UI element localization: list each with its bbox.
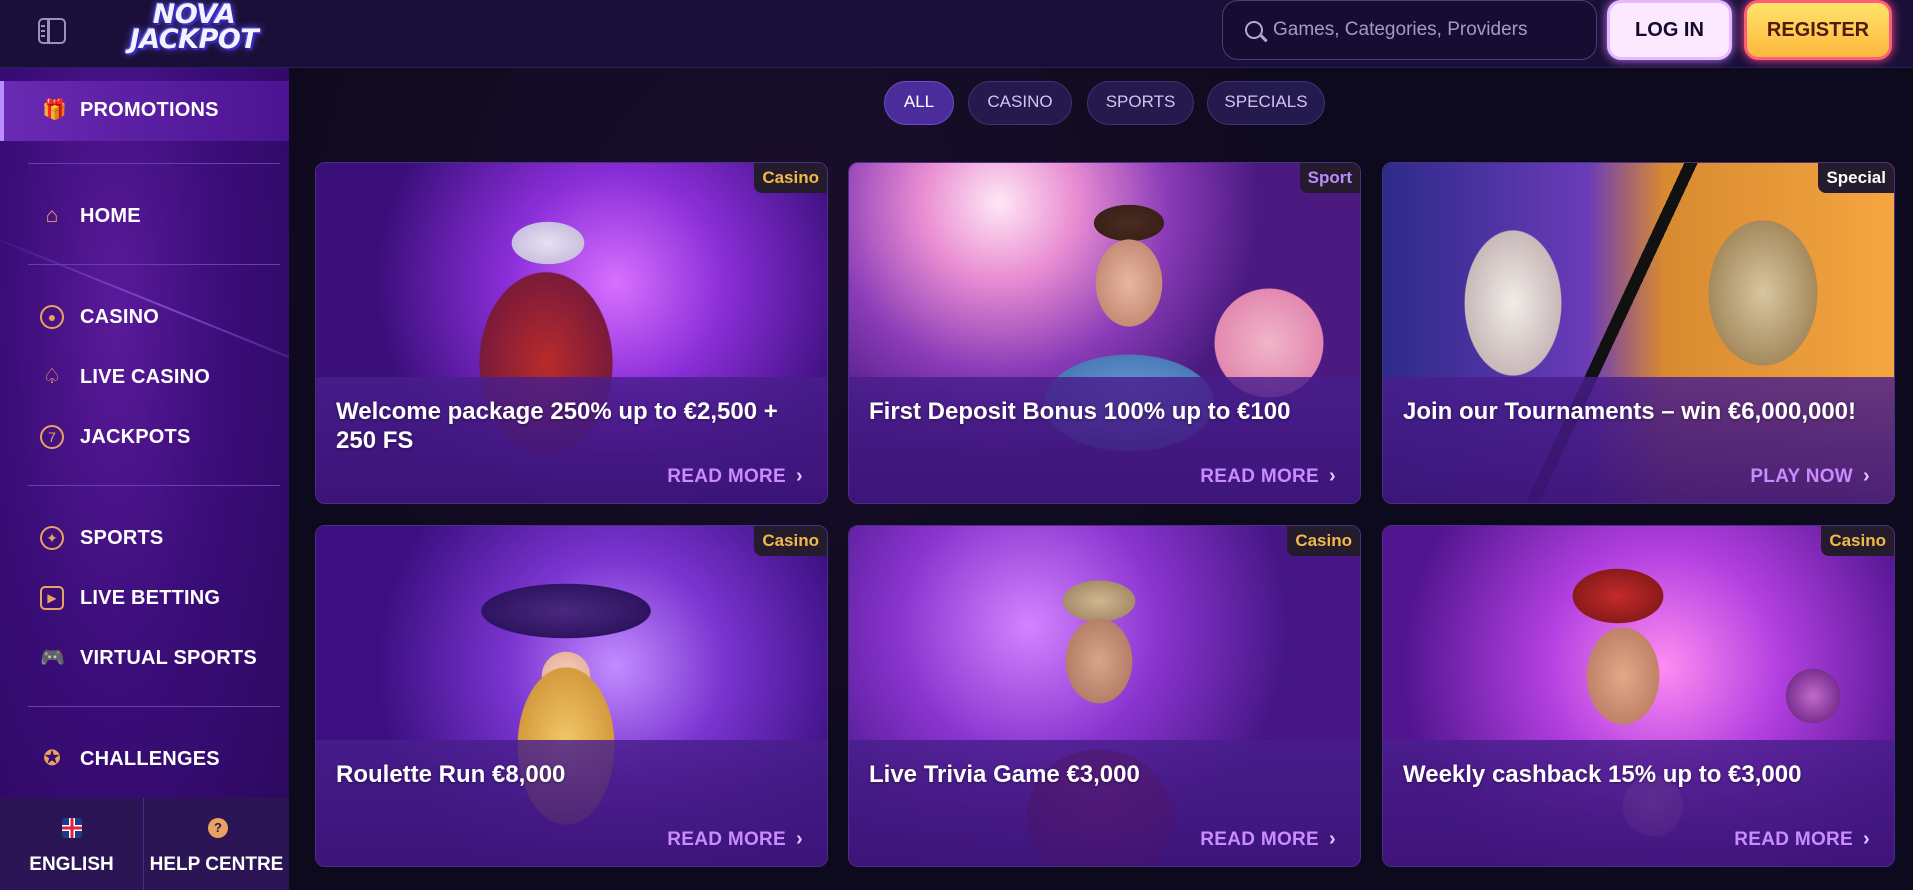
- sidebar-item-jackpots[interactable]: 7 JACKPOTS: [0, 413, 289, 461]
- read-more-link[interactable]: READ MORE ›: [1200, 465, 1336, 488]
- chevron-right-icon: ›: [1863, 465, 1870, 487]
- sidebar-footer: ENGLISH ? HELP CENTRE: [0, 798, 289, 890]
- filter-specials[interactable]: SPECIALS: [1207, 81, 1325, 125]
- read-more-link[interactable]: READ MORE ›: [1200, 828, 1336, 851]
- promo-card[interactable]: Casino Roulette Run €8,000 READ MORE ›: [315, 525, 828, 867]
- language-label: ENGLISH: [29, 854, 114, 875]
- promo-card-title: Join our Tournaments – win €6,000,000!: [1403, 398, 1857, 425]
- seven-icon: 7: [40, 425, 64, 449]
- chevron-right-icon: ›: [1329, 465, 1336, 487]
- sidebar-item-casino[interactable]: ● CASINO: [0, 293, 289, 341]
- chevron-right-icon: ›: [1329, 828, 1336, 850]
- sidebar-item-label: LIVE BETTING: [80, 587, 221, 609]
- login-button[interactable]: LOG IN: [1607, 0, 1732, 60]
- logo-text-line2: JACKPOT: [129, 24, 259, 55]
- promo-card[interactable]: Casino Welcome package 250% up to €2,500…: [315, 162, 828, 504]
- language-selector[interactable]: ENGLISH: [0, 798, 143, 890]
- gift-shop-icon: 🎁: [42, 99, 67, 121]
- uk-flag-icon: [62, 818, 82, 838]
- sidebar-item-label: PROMOTIONS: [80, 99, 219, 121]
- cta-label: PLAY NOW: [1750, 466, 1854, 487]
- help-centre-link[interactable]: ? HELP CENTRE: [144, 798, 289, 890]
- search-bar[interactable]: [1222, 0, 1597, 60]
- play-now-link[interactable]: PLAY NOW ›: [1750, 465, 1870, 488]
- sidebar-item-challenges[interactable]: ✪ CHALLENGES: [0, 735, 289, 783]
- promo-card-title: Roulette Run €8,000: [336, 761, 566, 788]
- cta-label: READ MORE: [1200, 466, 1320, 487]
- help-icon: ?: [208, 818, 228, 838]
- gamepad-icon: 🎮: [40, 647, 65, 669]
- sidebar-divider: [28, 264, 280, 265]
- promo-category-tag: Casino: [754, 163, 827, 193]
- cta-label: READ MORE: [1200, 829, 1320, 850]
- promotions-main: ALL CASINO SPORTS SPECIALS Casino Welcom…: [289, 68, 1913, 890]
- filter-all[interactable]: ALL: [884, 81, 954, 125]
- medal-icon: ✪: [43, 747, 61, 770]
- chevron-right-icon: ›: [796, 465, 803, 487]
- sidebar-item-label: CHALLENGES: [80, 748, 220, 770]
- promo-category-tag: Casino: [1821, 526, 1894, 556]
- sidebar-divider: [28, 163, 280, 164]
- sidebar-item-label: HOME: [80, 205, 141, 227]
- sidebar-item-label: VIRTUAL SPORTS: [80, 647, 257, 669]
- sidebar-divider: [28, 485, 280, 486]
- top-header: NOVA JACKPOT LOG IN REGISTER: [0, 0, 1913, 68]
- chevron-right-icon: ›: [796, 828, 803, 850]
- cta-label: READ MORE: [667, 829, 787, 850]
- sidebar-item-live-casino[interactable]: ♤ LIVE CASINO: [0, 353, 289, 401]
- filter-casino[interactable]: CASINO: [968, 81, 1072, 125]
- sidebar-item-label: CASINO: [80, 306, 159, 328]
- sidebar-item-home[interactable]: ⌂ HOME: [0, 192, 289, 240]
- register-button[interactable]: REGISTER: [1744, 0, 1892, 60]
- promo-card[interactable]: Casino Weekly cashback 15% up to €3,000 …: [1382, 525, 1895, 867]
- read-more-link[interactable]: READ MORE ›: [667, 828, 803, 851]
- home-icon: ⌂: [45, 204, 59, 227]
- filter-sports[interactable]: SPORTS: [1087, 81, 1194, 125]
- promo-card-title: Welcome package 250% up to €2,500 + 250 …: [336, 398, 778, 454]
- sidebar-toggle-icon[interactable]: [38, 18, 66, 44]
- sidebar-item-label: SPORTS: [80, 527, 164, 549]
- help-centre-label: HELP CENTRE: [149, 854, 284, 875]
- promo-category-tag: Casino: [754, 526, 827, 556]
- promo-card-title: Live Trivia Game €3,000: [869, 761, 1140, 788]
- promo-card-title: Weekly cashback 15% up to €3,000: [1403, 761, 1802, 788]
- sidebar-item-promotions[interactable]: 🎁 PROMOTIONS: [0, 81, 289, 141]
- promo-card[interactable]: Special Join our Tournaments – win €6,00…: [1382, 162, 1895, 504]
- sidebar-item-label: JACKPOTS: [80, 426, 191, 448]
- promo-category-tag: Sport: [1299, 163, 1360, 193]
- sidebar-item-sports[interactable]: ✦ SPORTS: [0, 514, 289, 562]
- play-icon: ▶: [40, 586, 64, 610]
- sidebar-item-live-betting[interactable]: ▶ LIVE BETTING: [0, 574, 289, 622]
- casino-chip-icon: ●: [40, 305, 64, 329]
- sidebar-item-virtual-sports[interactable]: 🎮 VIRTUAL SPORTS: [0, 634, 289, 682]
- nova-jackpot-logo[interactable]: NOVA JACKPOT: [110, 1, 278, 58]
- sidebar: 🎁 PROMOTIONS ⌂ HOME ● CASINO ♤ LIVE CASI…: [0, 68, 289, 890]
- promo-category-tag: Special: [1818, 163, 1894, 193]
- promo-category-tag: Casino: [1287, 526, 1360, 556]
- promo-card[interactable]: Sport First Deposit Bonus 100% up to €10…: [848, 162, 1361, 504]
- promo-card[interactable]: Casino Live Trivia Game €3,000 READ MORE…: [848, 525, 1361, 867]
- promo-card-title: First Deposit Bonus 100% up to €100: [869, 398, 1291, 425]
- soccer-ball-icon: ✦: [40, 526, 64, 550]
- read-more-link[interactable]: READ MORE ›: [1734, 828, 1870, 851]
- spade-icon: ♤: [42, 365, 62, 388]
- sidebar-divider: [28, 706, 280, 707]
- sidebar-item-label: LIVE CASINO: [80, 366, 210, 388]
- read-more-link[interactable]: READ MORE ›: [667, 465, 803, 488]
- search-input[interactable]: [1273, 15, 1578, 45]
- chevron-right-icon: ›: [1863, 828, 1870, 850]
- search-icon: [1245, 21, 1263, 39]
- cta-label: READ MORE: [1734, 829, 1854, 850]
- cta-label: READ MORE: [667, 466, 787, 487]
